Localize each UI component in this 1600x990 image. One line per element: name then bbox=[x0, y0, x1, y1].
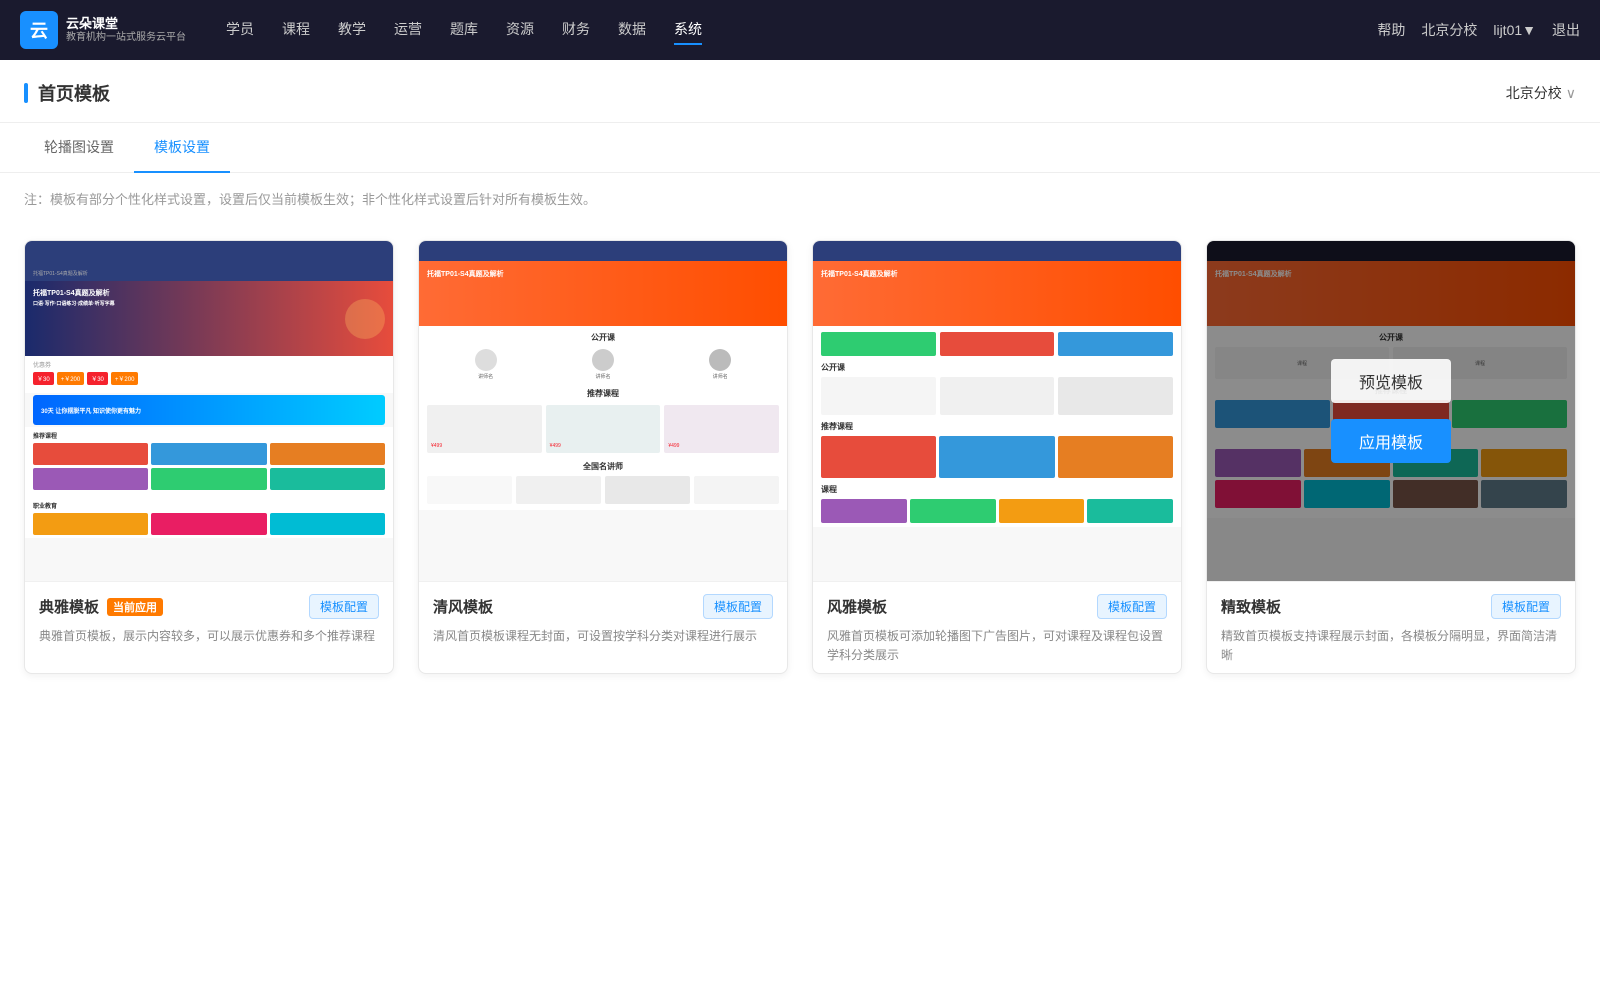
config-button-1[interactable]: 模板配置 bbox=[309, 594, 379, 619]
nav-logout[interactable]: 退出 bbox=[1552, 20, 1580, 40]
page-header: 首页模板 北京分校 ∨ bbox=[0, 60, 1600, 123]
nav-item-运营[interactable]: 运营 bbox=[394, 15, 422, 45]
nav-branch[interactable]: 北京分校 bbox=[1421, 20, 1477, 40]
navbar: 云 云朵课堂 教育机构一站式服务云平台 学员课程教学运营题库资源财务数据系统 帮… bbox=[0, 0, 1600, 60]
template-desc-4: 精致首页模板支持课程展示封面，各模板分隔明显，界面简洁清晰 bbox=[1221, 627, 1561, 665]
template-footer-4: 精致模板 模板配置精致首页模板支持课程展示封面，各模板分隔明显，界面简洁清晰 bbox=[1207, 581, 1575, 673]
nav-right: 帮助 北京分校 lijt01▼ 退出 bbox=[1377, 20, 1580, 40]
template-card-3[interactable]: 托福TP01-S4真题及解析 公开课 推荐课程 bbox=[812, 240, 1182, 674]
template-name-3: 风雅模板 bbox=[827, 596, 887, 617]
template-name-2: 清风模板 bbox=[433, 596, 493, 617]
nav-item-教学[interactable]: 教学 bbox=[338, 15, 366, 45]
note: 注：模板有部分个性化样式设置，设置后仅当前模板生效；非个性化样式设置后针对所有模… bbox=[0, 173, 1600, 224]
nav-item-财务[interactable]: 财务 bbox=[562, 15, 590, 45]
preview-button-4[interactable]: 预览模板 bbox=[1331, 359, 1451, 403]
page-title: 首页模板 bbox=[24, 80, 110, 122]
template-desc-1: 典雅首页模板，展示内容较多，可以展示优惠券和多个推荐课程 bbox=[39, 627, 379, 646]
nav-item-题库[interactable]: 题库 bbox=[450, 15, 478, 45]
logo[interactable]: 云 云朵课堂 教育机构一站式服务云平台 bbox=[20, 11, 186, 49]
logo-sub: 教育机构一站式服务云平台 bbox=[66, 32, 186, 44]
logo-main: 云朵课堂 bbox=[66, 16, 186, 32]
template-footer-2: 清风模板 模板配置清风首页模板课程无封面，可设置按学科分类对课程进行展示 bbox=[419, 581, 787, 654]
template-footer-1: 典雅模板当前应用 模板配置典雅首页模板，展示内容较多，可以展示优惠券和多个推荐课程 bbox=[25, 581, 393, 654]
nav-user[interactable]: lijt01▼ bbox=[1493, 22, 1536, 38]
template-preview-4: 托福TP01-S4真题及解析 公开课 课程 课程 推荐课程 课程 bbox=[1207, 241, 1575, 581]
config-button-3[interactable]: 模板配置 bbox=[1097, 594, 1167, 619]
nav-item-数据[interactable]: 数据 bbox=[618, 15, 646, 45]
tab-模板设置[interactable]: 模板设置 bbox=[134, 123, 230, 173]
template-preview-3: 托福TP01-S4真题及解析 公开课 推荐课程 bbox=[813, 241, 1181, 581]
template-name-1: 典雅模板 bbox=[39, 596, 99, 617]
templates-grid: 托福TP01-S4真题及解析 托福TP01-S4真题及解析口语·写作·口语练习·… bbox=[0, 224, 1600, 714]
branch-arrow: ∨ bbox=[1566, 85, 1576, 102]
template-card-1[interactable]: 托福TP01-S4真题及解析 托福TP01-S4真题及解析口语·写作·口语练习·… bbox=[24, 240, 394, 674]
page-container: 首页模板 北京分校 ∨ 轮播图设置模板设置 注：模板有部分个性化样式设置，设置后… bbox=[0, 60, 1600, 990]
template-name-4: 精致模板 bbox=[1221, 596, 1281, 617]
template-preview-2: 托福TP01-S4真题及解析 公开课 讲师名 讲师名 讲师名 bbox=[419, 241, 787, 581]
nav-item-资源[interactable]: 资源 bbox=[506, 15, 534, 45]
nav-item-系统[interactable]: 系统 bbox=[674, 15, 702, 45]
nav-item-课程[interactable]: 课程 bbox=[282, 15, 310, 45]
template-desc-2: 清风首页模板课程无封面，可设置按学科分类对课程进行展示 bbox=[433, 627, 773, 646]
template-card-4[interactable]: 托福TP01-S4真题及解析 公开课 课程 课程 推荐课程 课程 bbox=[1206, 240, 1576, 674]
template-card-2[interactable]: 托福TP01-S4真题及解析 公开课 讲师名 讲师名 讲师名 bbox=[418, 240, 788, 674]
tabs: 轮播图设置模板设置 bbox=[0, 123, 1600, 173]
config-button-2[interactable]: 模板配置 bbox=[703, 594, 773, 619]
template-footer-3: 风雅模板 模板配置风雅首页模板可添加轮播图下广告图片，可对课程及课程包设置学科分类… bbox=[813, 581, 1181, 673]
apply-button-4[interactable]: 应用模板 bbox=[1331, 419, 1451, 463]
config-button-4[interactable]: 模板配置 bbox=[1491, 594, 1561, 619]
nav-help[interactable]: 帮助 bbox=[1377, 20, 1405, 40]
tab-轮播图设置[interactable]: 轮播图设置 bbox=[24, 123, 134, 173]
nav-menu: 学员课程教学运营题库资源财务数据系统 bbox=[226, 15, 1377, 45]
template-desc-3: 风雅首页模板可添加轮播图下广告图片，可对课程及课程包设置学科分类展示 bbox=[827, 627, 1167, 665]
nav-item-学员[interactable]: 学员 bbox=[226, 15, 254, 45]
logo-icon: 云 bbox=[20, 11, 58, 49]
template-overlay-4: 预览模板应用模板 bbox=[1207, 241, 1575, 581]
current-badge-1: 当前应用 bbox=[107, 598, 163, 616]
branch-selector[interactable]: 北京分校 ∨ bbox=[1506, 83, 1576, 119]
template-preview-1: 托福TP01-S4真题及解析 托福TP01-S4真题及解析口语·写作·口语练习·… bbox=[25, 241, 393, 581]
